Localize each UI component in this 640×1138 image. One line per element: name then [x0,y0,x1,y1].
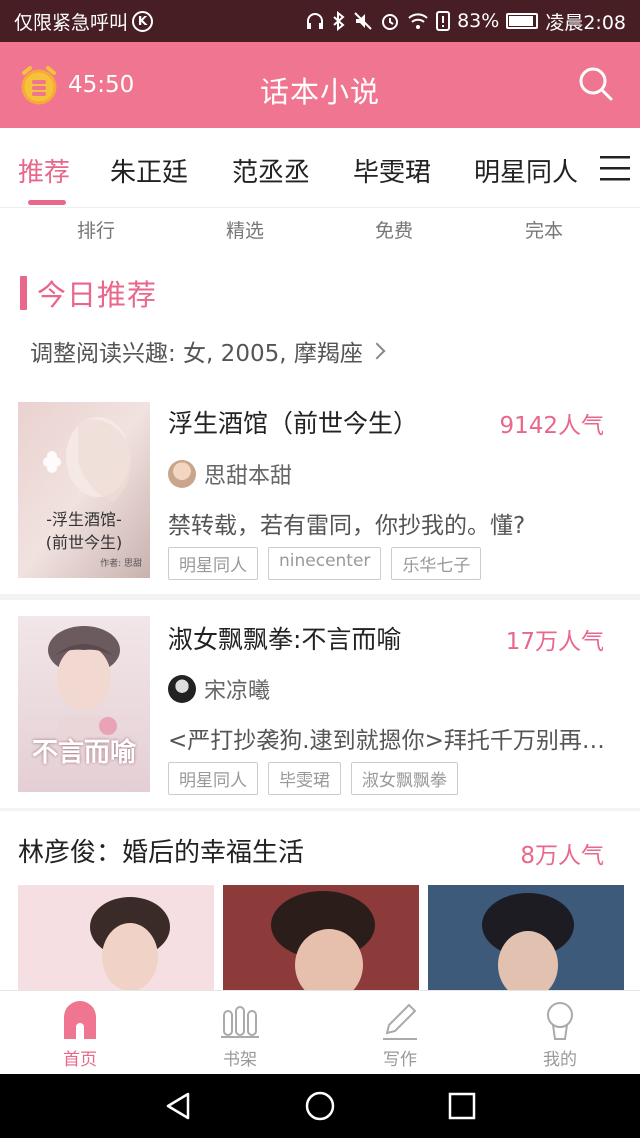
avatar [168,675,196,703]
nav-home[interactable]: 首页 [20,999,140,1070]
tag[interactable]: 明星同人 [168,762,258,795]
book-popularity: 17万人气 [505,629,604,655]
tag[interactable]: 明星同人 [168,547,258,580]
avatar [168,460,196,488]
cover-title: -浮生酒馆- (前世今生) [45,510,123,552]
nav-label: 写作 [383,1050,417,1070]
battery-icon [506,13,539,29]
subnav-ranking[interactable]: 排行 [36,216,156,243]
author-name: 思甜本甜 [204,464,293,489]
subnav-free[interactable]: 免费 [334,216,454,243]
feature-image[interactable] [428,885,624,995]
k-badge-icon: K [132,10,154,32]
alarm-icon [382,14,399,30]
feature-images[interactable] [18,885,624,995]
book-popularity: 9142人气 [499,413,604,439]
wifi-icon [408,13,428,29]
tag[interactable]: 乐华七子 [391,547,482,580]
search-icon[interactable] [578,66,614,102]
tab-recommend[interactable]: 推荐 [18,152,70,189]
book-tags: 明星同人 ninecenter 乐华七子 [168,547,482,580]
cover-author: 作者: 思甜 [100,559,142,569]
author-name: 宋凉曦 [204,679,271,704]
tag[interactable]: ninecenter [268,547,382,580]
menu-icon[interactable] [600,154,630,182]
nav-label: 书架 [223,1050,257,1070]
system-nav-bar [0,1074,640,1138]
bluetooth-icon [333,11,345,31]
mute-icon [354,12,372,30]
nav-profile[interactable]: 我的 [500,999,620,1070]
headphones-icon [307,13,324,29]
cover-title: 不言而喻 [31,738,136,768]
sim-alert-icon [436,11,451,31]
chevron-right-icon [368,342,386,360]
carrier-text: 仅限紧急呼叫 [14,11,129,34]
home-icon [64,1001,96,1039]
tag[interactable]: 淑女飘飘拳 [351,762,458,795]
sub-nav: 排行 精选 免费 完本 [0,208,640,250]
bottom-nav: 首页 书架 写作 我的 [0,990,640,1074]
app-title: 话本小说 [259,75,380,109]
nav-bookshelf[interactable]: 书架 [180,999,300,1070]
nav-write[interactable]: 写作 [340,999,460,1070]
feature-popularity: 8万人气 [520,843,604,869]
subnav-featured[interactable]: 精选 [185,216,305,243]
tab-star-fanfic[interactable]: 明星同人 [474,152,578,189]
tag[interactable]: 毕雯珺 [268,762,341,795]
adjust-interest-link[interactable]: 调整阅读兴趣: 女, 2005, 摩羯座 [30,334,386,368]
book-tags: 明星同人 毕雯珺 淑女飘飘拳 [168,762,458,795]
home-circle-icon[interactable] [304,1090,336,1122]
book-title: 浮生酒馆（前世今生） [168,409,419,438]
book-title: 淑女飘飘拳:不言而喻 [168,625,402,654]
divider [0,808,640,811]
book-description: 禁转载，若有雷同，你抄我的。懂? [168,513,526,539]
clock-time: 凌晨2:08 [545,11,626,34]
section-header: 今日推荐 [20,272,157,314]
book-description: <严打抄袭狗.逮到就摁你>拜托千万别再… [168,728,605,754]
book-author[interactable]: 宋凉曦 [168,673,270,705]
recents-icon[interactable] [446,1090,478,1122]
book-cover: -浮生酒馆- (前世今生) 作者: 思甜 [18,402,150,578]
active-tab-indicator [28,200,66,205]
back-icon[interactable] [162,1090,194,1122]
book-cover: 不言而喻 [18,616,150,792]
bookshelf-icon [221,1006,259,1038]
profile-icon [547,1002,573,1040]
app-bar: 45:50 话本小说 [0,42,640,128]
pencil-icon [383,1003,417,1040]
nav-label: 我的 [543,1050,577,1070]
feature-image[interactable] [223,885,419,995]
feature-image[interactable] [18,885,214,995]
tab-fan-chengcheng[interactable]: 范丞丞 [232,152,310,189]
nav-label: 首页 [63,1050,97,1070]
feature-title[interactable]: 林彦俊：婚后的幸福生活 [18,832,304,869]
battery-percent: 83% [457,10,500,32]
book-author[interactable]: 思甜本甜 [168,458,292,490]
category-tabs: 推荐 朱正廷 范丞丞 毕雯珺 明星同人 [0,128,640,208]
section-marker [20,276,27,310]
section-title: 今日推荐 [37,278,158,312]
divider [0,594,640,600]
tab-zhu-zhengting[interactable]: 朱正廷 [110,152,188,189]
subnav-completed[interactable]: 完本 [484,216,604,243]
status-bar: 仅限紧急呼叫 K 83% 凌晨2:08 [0,0,640,42]
interest-text: 调整阅读兴趣: 女, 2005, 摩羯座 [30,341,363,367]
tab-bi-wenjun[interactable]: 毕雯珺 [353,152,431,189]
